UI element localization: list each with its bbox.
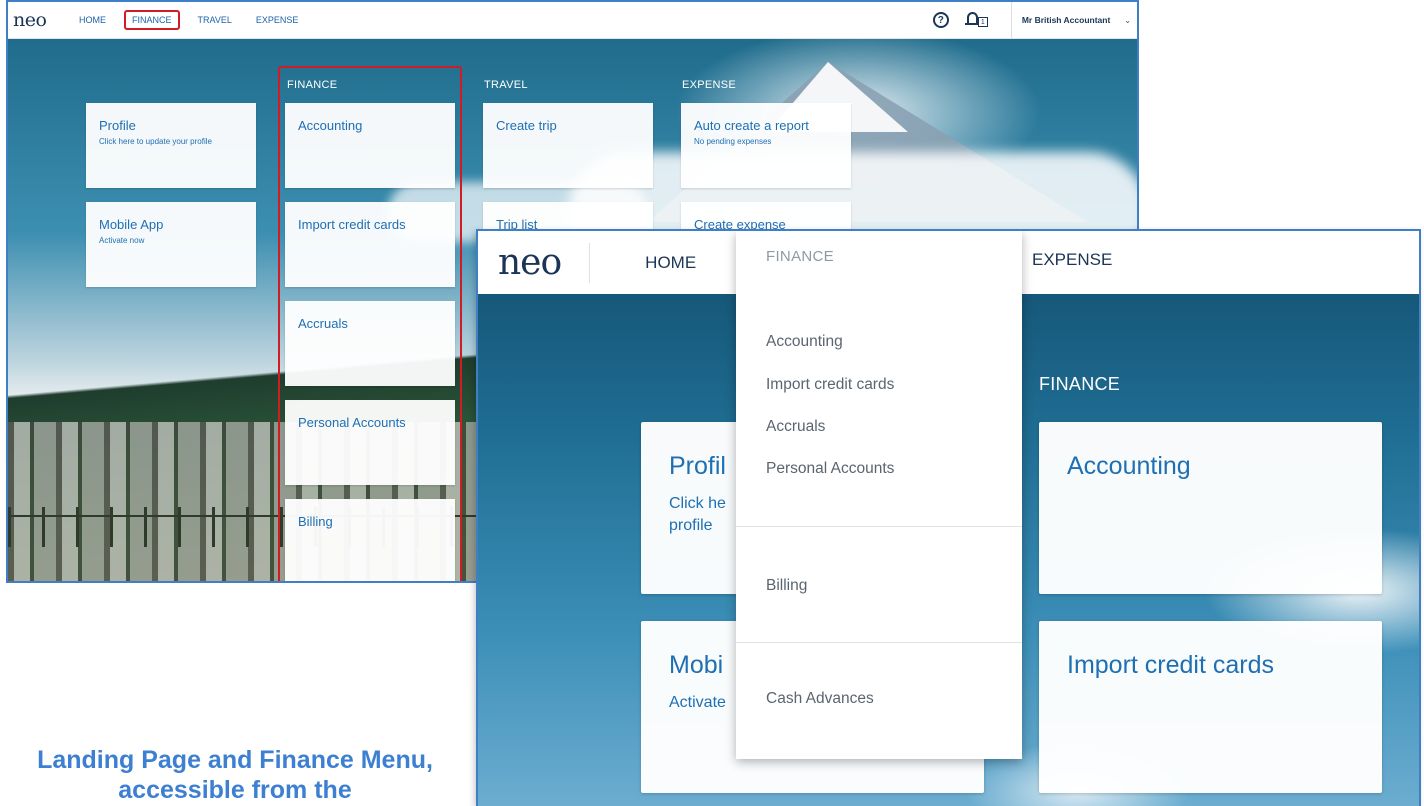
composite-figure: neo HOME FINANCE TRAVEL EXPENSE ? 1 Mr B…	[0, 0, 1424, 806]
user-name: Mr British Accountant	[1021, 15, 1111, 25]
menu-item-accruals[interactable]: Accruals	[766, 418, 825, 436]
tile-subtitle: Click he profile	[669, 495, 726, 534]
tile-title: Accounting	[298, 118, 363, 133]
mobile-app-tile[interactable]: Mobile App Activate now	[86, 202, 256, 287]
nav-travel[interactable]: TRAVEL	[192, 12, 238, 28]
menu-item-import-credit-cards[interactable]: Import credit cards	[766, 376, 894, 394]
tile-title: Import credit cards	[298, 217, 406, 232]
personal-accounts-tile[interactable]: Personal Accounts	[285, 400, 455, 485]
tile-title: Create trip	[496, 118, 557, 133]
billing-tile[interactable]: Billing	[285, 499, 455, 581]
dropdown-heading-finance[interactable]: FINANCE	[766, 248, 834, 265]
tile-title: Profile	[99, 118, 136, 133]
neo-logo[interactable]: neo	[13, 9, 73, 31]
top-right-controls: ? 1 Mr British Accountant ⌄	[932, 2, 1137, 38]
create-trip-tile[interactable]: Create trip	[483, 103, 653, 188]
menu-item-accounting[interactable]: Accounting	[766, 333, 843, 351]
nav-home[interactable]: HOME	[645, 253, 696, 273]
tile-title: Billing	[298, 514, 333, 529]
nav-finance[interactable]: FINANCE	[124, 10, 180, 30]
figure-caption: Landing Page and Finance Menu, accessibl…	[37, 746, 433, 804]
nav-expense[interactable]: EXPENSE	[250, 12, 305, 28]
auto-create-report-tile[interactable]: Auto create a report No pending expenses	[681, 103, 851, 188]
user-menu[interactable]: Mr British Accountant ⌄	[1010, 2, 1137, 38]
tile-title: Accruals	[298, 316, 348, 331]
menu-divider	[736, 526, 1022, 527]
tile-subtitle: Click here to update your profile	[99, 137, 212, 146]
bell-icon[interactable]: 1	[964, 12, 989, 28]
nav-home[interactable]: HOME	[73, 12, 112, 28]
finance-column-heading: FINANCE	[1039, 374, 1121, 394]
accruals-tile[interactable]: Accruals	[285, 301, 455, 386]
profile-tile[interactable]: Profile Click here to update your profil…	[86, 103, 256, 188]
chevron-down-icon: ⌄	[1124, 15, 1131, 25]
tile-title: Accounting	[1067, 452, 1191, 480]
import-credit-cards-tile[interactable]: Import credit cards	[1039, 621, 1382, 793]
notification-count: 1	[977, 17, 988, 27]
finance-column-heading: FINANCE	[287, 79, 338, 91]
accounting-tile[interactable]: Accounting	[285, 103, 455, 188]
tile-title: Auto create a report	[694, 118, 809, 133]
travel-column-heading: TRAVEL	[484, 79, 528, 91]
menu-item-cash-advances[interactable]: Cash Advances	[766, 690, 874, 708]
import-credit-cards-tile[interactable]: Import credit cards	[285, 202, 455, 287]
main-nav: HOME FINANCE TRAVEL EXPENSE	[73, 10, 316, 30]
finance-dropdown-menu: FINANCE Accounting Import credit cards A…	[736, 231, 1022, 759]
top-navigation-bar: neo HOME FINANCE TRAVEL EXPENSE ? 1 Mr B…	[8, 2, 1137, 39]
help-icon[interactable]: ?	[932, 12, 949, 28]
expense-column-heading: EXPENSE	[682, 79, 737, 91]
menu-item-billing[interactable]: Billing	[766, 577, 807, 595]
menu-item-personal-accounts[interactable]: Personal Accounts	[766, 460, 894, 478]
tile-subtitle: Activate now	[99, 236, 145, 245]
tile-title: Import credit cards	[1067, 651, 1275, 679]
finance-menu-screenshot: neo HOME EXPENSE FINANCE Profil Click he…	[476, 229, 1421, 806]
menu-divider	[736, 642, 1022, 643]
accounting-tile[interactable]: Accounting	[1039, 422, 1382, 594]
tile-subtitle: No pending expenses	[694, 137, 772, 146]
neo-logo[interactable]: neo	[498, 242, 591, 283]
nav-expense[interactable]: EXPENSE	[1032, 250, 1112, 270]
tile-title: Personal Accounts	[298, 415, 406, 430]
tile-title: Mobile App	[99, 217, 164, 232]
